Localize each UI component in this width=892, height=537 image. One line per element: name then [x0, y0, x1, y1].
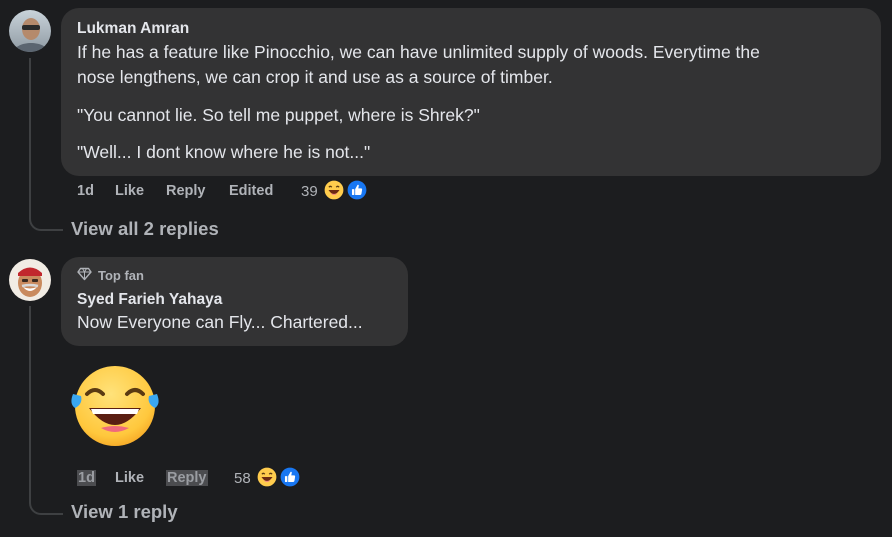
comment-text: "You cannot lie. So tell me puppet, wher… [77, 105, 480, 125]
view-replies-link[interactable]: View all 2 replies [71, 218, 219, 240]
thread-line [29, 58, 63, 231]
like-reaction-icon[interactable] [279, 466, 301, 488]
laughing-emoji[interactable] [256, 466, 278, 488]
like-button[interactable]: Like [115, 470, 144, 486]
view-replies-link[interactable]: View 1 reply [71, 501, 178, 523]
comment-text: If he has a feature like Pinocchio, we c… [77, 42, 760, 62]
edited-label: Edited [229, 183, 274, 199]
comment-time[interactable]: 1d [77, 470, 96, 486]
comment-author[interactable]: Lukman Amran [77, 20, 189, 38]
comment-text: "Well... I dont know where he is not..." [77, 142, 371, 162]
comment-text: Now Everyone can Fly... Chartered... [77, 312, 363, 332]
avatar[interactable] [9, 259, 51, 301]
comment-author[interactable]: Syed Farieh Yahaya [77, 291, 222, 309]
diamond-icon [77, 267, 92, 281]
comment-text: nose lengthens, we can crop it and use a… [77, 67, 553, 87]
reaction-count[interactable]: 39 [301, 183, 318, 200]
reply-button[interactable]: Reply [166, 183, 206, 199]
reply-button[interactable]: Reply [166, 470, 208, 486]
top-fan-badge[interactable]: Top fan [98, 268, 144, 283]
like-reaction-icon[interactable] [346, 179, 368, 201]
comment-time[interactable]: 1d [77, 183, 94, 199]
tears-of-joy-emoji[interactable] [67, 364, 163, 448]
avatar[interactable] [9, 10, 51, 52]
thread-line [29, 306, 63, 515]
laughing-emoji[interactable] [323, 179, 345, 201]
like-button[interactable]: Like [115, 183, 144, 199]
reaction-count[interactable]: 58 [234, 470, 251, 487]
